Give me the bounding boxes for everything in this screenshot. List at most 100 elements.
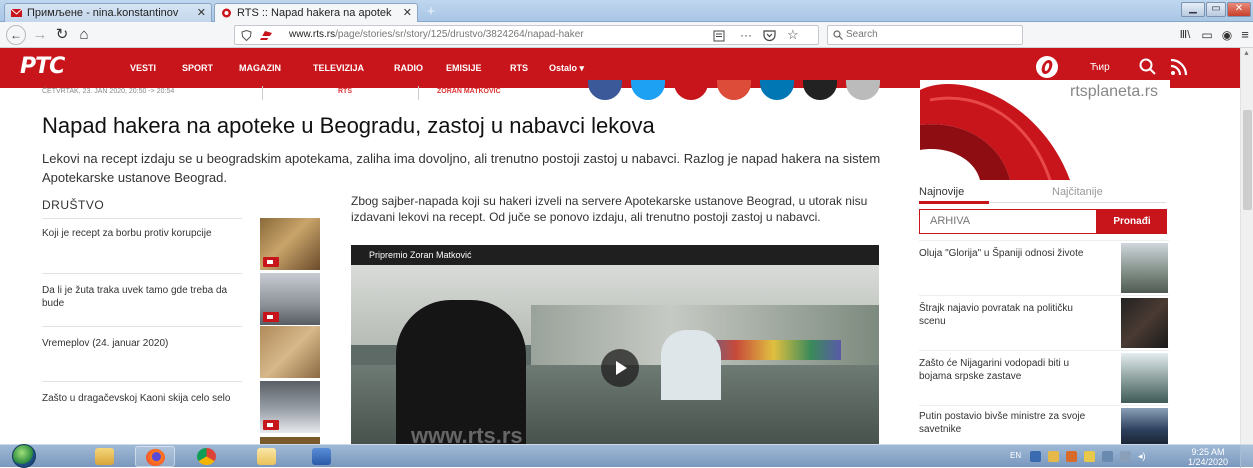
reader-view-icon[interactable]: [713, 30, 725, 42]
network-icon[interactable]: [1102, 451, 1113, 462]
tab-rts-close-icon[interactable]: ✕: [403, 6, 412, 19]
sidebar-news-item[interactable]: Oluja "Glorija" u Španiji odnosi živote: [919, 240, 1169, 295]
related-thumbnail[interactable]: [260, 326, 320, 378]
sidebar-news-item[interactable]: Putin postavio bivše ministre za svoje s…: [919, 405, 1169, 445]
video-player[interactable]: Pripremio Zoran Matković www.rts.rs: [351, 245, 879, 445]
related-thumbnail[interactable]: [260, 218, 320, 270]
taskbar-chrome[interactable]: [187, 446, 227, 467]
scrollbar-thumb[interactable]: [1243, 110, 1252, 210]
back-arrow-icon[interactable]: ←: [6, 25, 26, 45]
site-identity-icon[interactable]: [259, 30, 273, 41]
related-thumbnail[interactable]: [260, 273, 320, 325]
menu-televizija[interactable]: TELEVIZIJA: [313, 63, 364, 73]
close-window-button[interactable]: ✕: [1227, 2, 1251, 17]
minimize-window-button[interactable]: ▁: [1181, 2, 1205, 17]
page-scrollbar[interactable]: ▲: [1240, 48, 1253, 444]
new-tab-button[interactable]: +: [420, 4, 442, 20]
related-item[interactable]: Vremeplov (24. januar 2020): [42, 326, 242, 381]
sidebar-news-thumbnail[interactable]: [1121, 298, 1168, 348]
cyrillic-toggle[interactable]: Ћир: [1090, 62, 1110, 73]
search-bar[interactable]: [827, 25, 1023, 45]
start-button-icon[interactable]: [12, 444, 36, 468]
taskbar-explorer[interactable]: [85, 446, 125, 467]
site-search-icon[interactable]: [1137, 56, 1159, 78]
related-item-title[interactable]: Da li je žuta traka uvek tamo gde treba …: [42, 284, 237, 310]
address-bar[interactable]: www.rts.rs/page/stories/sr/story/125/dru…: [234, 25, 819, 45]
taskbar-word[interactable]: [302, 446, 342, 467]
sidebar-news-title[interactable]: Zašto će Nijagarini vodopadi biti u boja…: [919, 357, 1099, 383]
pinterest-share-icon[interactable]: [674, 80, 708, 100]
menu-radio[interactable]: RADIO: [394, 63, 423, 73]
related-item[interactable]: Zašto u dragačevskoj Kaoni skija celo se…: [42, 381, 242, 436]
menu-magazin[interactable]: MAGAZIN: [239, 63, 281, 73]
shield-icon[interactable]: [241, 30, 252, 41]
page-actions-icon[interactable]: ···: [740, 28, 752, 42]
taskbar-firefox[interactable]: [135, 446, 175, 467]
facebook-share-icon[interactable]: [588, 80, 622, 100]
library-icon[interactable]: Ⅲ\: [1175, 25, 1195, 45]
bookmark-star-icon[interactable]: ☆: [787, 27, 799, 43]
show-desktop-button[interactable]: [1240, 445, 1253, 468]
scroll-up-arrow-icon[interactable]: ▲: [1243, 50, 1250, 57]
input-language[interactable]: EN: [1010, 451, 1021, 460]
rts-brand-mark-icon[interactable]: [1036, 56, 1058, 78]
rts-logo[interactable]: РТС: [20, 54, 65, 79]
sidebar-news-item[interactable]: Štrajk najavio povratak na političku sce…: [919, 295, 1169, 350]
meta-source-link[interactable]: RTS: [338, 88, 352, 95]
related-item-title[interactable]: Zašto u dragačevskoj Kaoni skija celo se…: [42, 392, 237, 405]
forward-arrow-icon[interactable]: →: [30, 25, 50, 45]
taskbar-mail[interactable]: [247, 446, 287, 467]
email-share-icon[interactable]: [846, 80, 880, 100]
menu-sport[interactable]: SPORT: [182, 63, 213, 73]
sidebar-icon[interactable]: ▭: [1197, 25, 1217, 45]
volume-icon[interactable]: ◂): [1138, 451, 1149, 462]
extension-icon[interactable]: ◉: [1217, 25, 1237, 45]
related-item[interactable]: Da li je žuta traka uvek tamo gde treba …: [42, 273, 242, 326]
print-icon[interactable]: [803, 80, 837, 100]
sidebar-news-title[interactable]: Putin postavio bivše ministre za svoje s…: [919, 410, 1099, 436]
tab-mail[interactable]: Примљене - nina.konstantinov ✕: [4, 3, 212, 22]
related-thumbnail[interactable]: [260, 437, 320, 444]
sidebar-news-thumbnail[interactable]: [1121, 408, 1168, 445]
sidebar-news-title[interactable]: Oluja "Glorija" u Španiji odnosi živote: [919, 247, 1099, 260]
tab-najnovije[interactable]: Najnovije: [919, 186, 964, 198]
related-thumbnail[interactable]: [260, 381, 320, 433]
find-button[interactable]: Pronađi: [1097, 209, 1167, 234]
related-item[interactable]: Koji je recept za borbu protiv korupcije: [42, 218, 242, 273]
related-item-title[interactable]: Koji je recept za borbu protiv korupcije: [42, 227, 237, 240]
sidebar-news-item[interactable]: Zašto će Nijagarini vodopadi biti u boja…: [919, 350, 1169, 405]
linkedin-share-icon[interactable]: [760, 80, 794, 100]
maximize-window-button[interactable]: ▭: [1206, 2, 1226, 17]
home-icon[interactable]: ⌂: [74, 25, 94, 45]
tray-app-icon[interactable]: [1048, 451, 1059, 462]
meta-author-link[interactable]: ZORAN MATKOVIĆ: [437, 88, 501, 95]
tab-najcitanije[interactable]: Najčitanije: [1052, 186, 1103, 198]
tab-mail-close-icon[interactable]: ✕: [197, 6, 206, 19]
rss-icon[interactable]: [1168, 56, 1190, 78]
twitter-share-icon[interactable]: [631, 80, 665, 100]
archive-search-field[interactable]: [919, 209, 1097, 234]
google-plus-share-icon[interactable]: [717, 80, 751, 100]
action-center-icon[interactable]: [1084, 451, 1095, 462]
sidebar-news-thumbnail[interactable]: [1121, 243, 1168, 293]
display-icon[interactable]: [1120, 451, 1131, 462]
archive-input[interactable]: [930, 215, 1090, 227]
reload-icon[interactable]: ↻: [52, 25, 72, 45]
play-icon[interactable]: [601, 349, 639, 387]
related-section-title[interactable]: DRUŠTVO: [42, 198, 104, 212]
sidebar-news-thumbnail[interactable]: [1121, 353, 1168, 403]
menu-emisije[interactable]: EMISIJE: [446, 63, 482, 73]
hamburger-menu-icon[interactable]: ≡: [1235, 25, 1253, 45]
menu-ostalo[interactable]: Ostalo ▾: [549, 63, 584, 74]
menu-rts[interactable]: RTS: [510, 63, 528, 73]
tray-app-icon[interactable]: [1066, 451, 1077, 462]
related-item-title[interactable]: Vremeplov (24. januar 2020): [42, 337, 237, 350]
tab-rts-article[interactable]: RTS :: Napad hakera na apotek ✕: [214, 3, 418, 22]
pocket-icon[interactable]: [763, 30, 776, 42]
search-input[interactable]: [846, 29, 1016, 40]
rtsplaneta-ad-banner[interactable]: rtsplaneta.rs: [920, 80, 1170, 180]
sidebar-news-title[interactable]: Štrajk najavio povratak na političku sce…: [919, 302, 1099, 328]
taskbar-clock[interactable]: 9:25 AM 1/24/2020: [1188, 447, 1228, 467]
tray-app-icon[interactable]: [1030, 451, 1041, 462]
menu-vesti[interactable]: VESTI: [130, 63, 156, 73]
